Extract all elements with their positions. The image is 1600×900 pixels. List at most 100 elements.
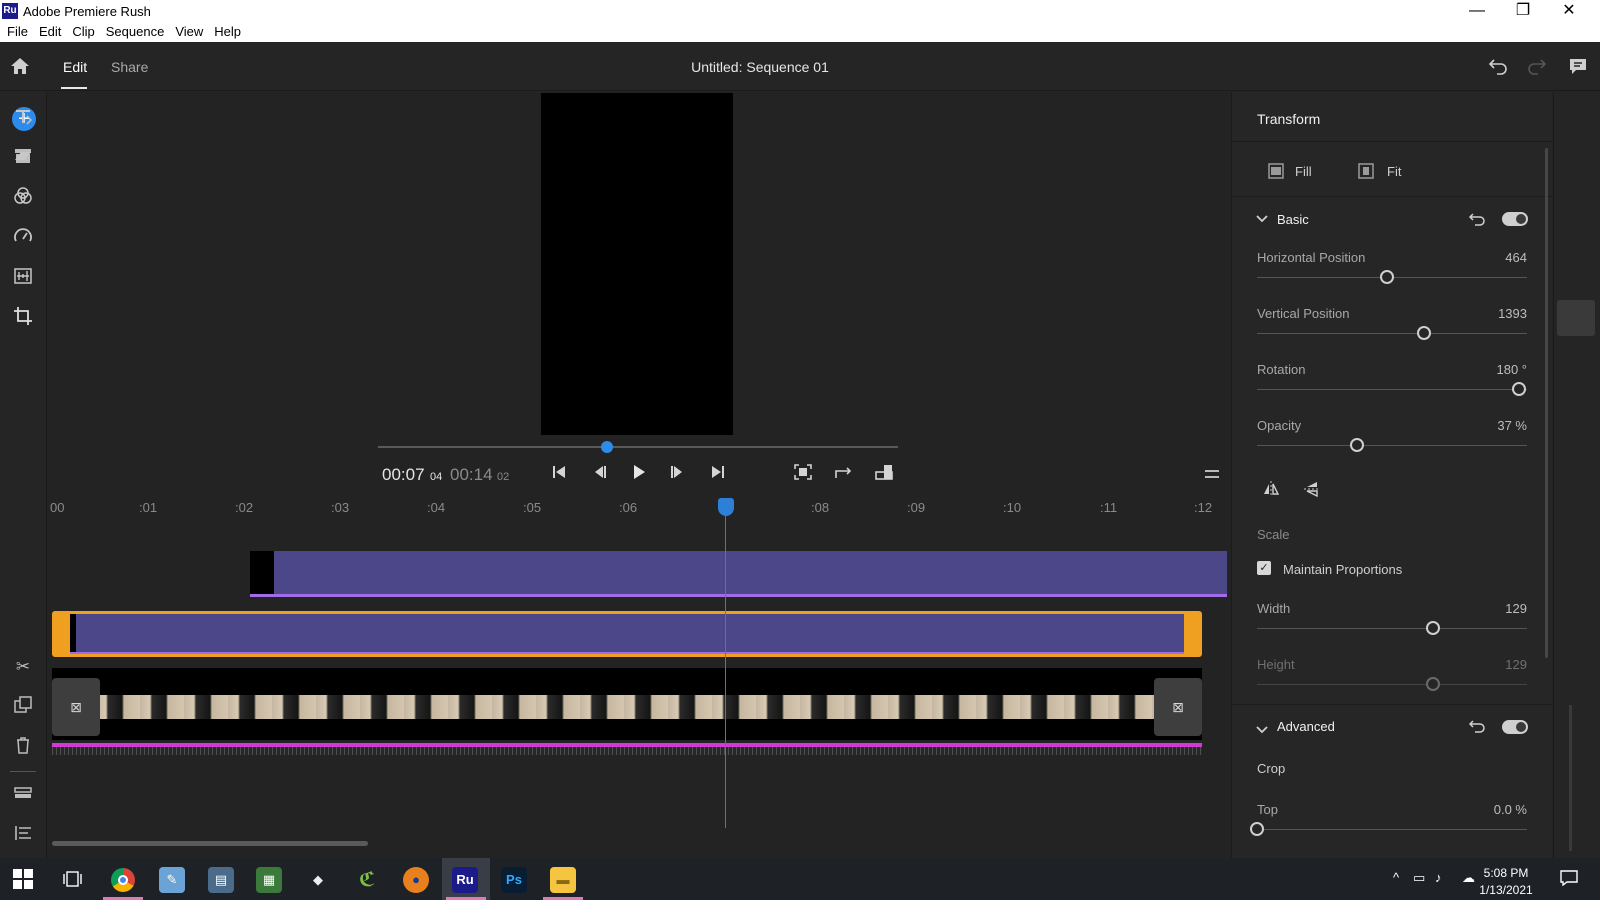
- vertical-position-value[interactable]: 1393: [1447, 306, 1527, 321]
- window-titlebar: Ru Adobe Premiere Rush — ❐ ✕: [0, 0, 1600, 22]
- advanced-section-title[interactable]: Advanced: [1277, 719, 1335, 734]
- horizontal-position-value[interactable]: 464: [1447, 250, 1527, 265]
- reset-icon[interactable]: [1468, 718, 1486, 739]
- crop-top-knob[interactable]: [1250, 822, 1264, 836]
- audio-waveform: [52, 747, 1202, 755]
- maintain-proportions-checkbox[interactable]: ✓: [1257, 561, 1271, 575]
- ruler-tick: :08: [811, 500, 830, 515]
- scrub-bar[interactable]: [378, 446, 898, 448]
- crop-top-value[interactable]: 0.0 %: [1447, 802, 1527, 817]
- fill-icon[interactable]: [1268, 163, 1284, 184]
- timeline-scrollbar[interactable]: [52, 841, 368, 846]
- clip-end-handle[interactable]: ⊠: [1154, 678, 1202, 736]
- width-value[interactable]: 129: [1447, 601, 1527, 616]
- undo-icon[interactable]: [1488, 57, 1508, 80]
- delete-icon[interactable]: [12, 736, 34, 758]
- vertical-position-slider[interactable]: [1257, 333, 1527, 334]
- flip-vertical-icon[interactable]: [1303, 480, 1321, 503]
- comment-icon[interactable]: [1568, 57, 1588, 80]
- photoshop-icon[interactable]: Ps: [501, 867, 527, 893]
- start-icon[interactable]: [13, 869, 33, 894]
- opacity-slider[interactable]: [1257, 445, 1527, 446]
- rail-scrollbar[interactable]: [1569, 705, 1572, 851]
- file-explorer-icon[interactable]: ▬: [550, 867, 576, 893]
- chevron-down-icon[interactable]: [1256, 214, 1268, 227]
- taskbar-clock[interactable]: 5:08 PM 1/13/2021: [1466, 865, 1546, 899]
- clip-start-handle[interactable]: ⊠: [52, 678, 100, 736]
- menu-view[interactable]: View: [175, 22, 203, 42]
- fit-button[interactable]: Fit: [1387, 164, 1401, 179]
- split-icon[interactable]: ✂: [12, 656, 34, 678]
- step-forward-icon[interactable]: [667, 464, 689, 486]
- rotation-slider[interactable]: [1257, 389, 1527, 390]
- aspect-ratio-icon[interactable]: [873, 464, 895, 486]
- paint-icon[interactable]: ✎: [159, 867, 185, 893]
- chevron-up-icon[interactable]: ^: [1393, 870, 1399, 885]
- rotation-knob[interactable]: [1511, 382, 1526, 396]
- loop-icon[interactable]: [833, 464, 855, 486]
- selected-clip[interactable]: [52, 611, 1202, 657]
- notifications-icon[interactable]: [1560, 870, 1578, 889]
- volume-icon[interactable]: ♪: [1435, 870, 1442, 885]
- program-monitor[interactable]: [541, 93, 733, 435]
- chevron-down-icon[interactable]: [1256, 722, 1268, 740]
- width-knob[interactable]: [1425, 621, 1440, 635]
- premiere-rush-icon[interactable]: Ru: [452, 867, 478, 893]
- close-button[interactable]: ✕: [1546, 0, 1592, 22]
- speed-icon[interactable]: [11, 226, 35, 250]
- rotation-value[interactable]: 180 °: [1447, 362, 1527, 377]
- panel-title: Transform: [1257, 111, 1321, 127]
- scrub-handle[interactable]: [601, 441, 613, 453]
- basic-section-title[interactable]: Basic: [1277, 212, 1309, 227]
- redo-icon[interactable]: [1527, 57, 1547, 80]
- sequence-title[interactable]: Untitled: Sequence 01: [0, 59, 1520, 75]
- titles-icon[interactable]: [11, 106, 35, 130]
- transform-icon[interactable]: [11, 306, 35, 330]
- minimize-button[interactable]: —: [1454, 0, 1500, 22]
- timeline-options-icon[interactable]: [12, 825, 34, 847]
- menu-edit[interactable]: Edit: [39, 22, 61, 42]
- horizontal-position-knob[interactable]: [1379, 270, 1394, 284]
- vertical-position-label: Vertical Position: [1257, 306, 1350, 321]
- menu-sequence[interactable]: Sequence: [106, 22, 165, 42]
- skip-to-end-icon[interactable]: [707, 464, 729, 486]
- play-icon[interactable]: [628, 464, 650, 486]
- transitions-icon[interactable]: [11, 146, 35, 170]
- horizontal-position-label: Horizontal Position: [1257, 250, 1366, 265]
- maximize-button[interactable]: ❐: [1500, 0, 1546, 22]
- overlay-clip[interactable]: [250, 551, 1227, 597]
- advanced-toggle[interactable]: [1502, 720, 1528, 734]
- timeline-menu-icon[interactable]: [1204, 467, 1220, 485]
- video-track[interactable]: ⊠ ⊠: [52, 668, 1202, 740]
- task-view-icon[interactable]: [62, 869, 82, 894]
- ruler-tick: :06: [619, 500, 638, 515]
- menu-file[interactable]: File: [7, 22, 28, 42]
- width-slider[interactable]: [1257, 628, 1527, 629]
- reset-icon[interactable]: [1468, 211, 1486, 232]
- panel-scrollbar[interactable]: [1545, 148, 1548, 658]
- track-controls-icon[interactable]: [12, 784, 34, 806]
- color-icon[interactable]: [11, 186, 35, 210]
- basic-toggle[interactable]: [1502, 212, 1528, 226]
- fullscreen-icon[interactable]: [792, 464, 814, 486]
- skip-to-start-icon[interactable]: [548, 464, 570, 486]
- crop-top-slider[interactable]: [1257, 829, 1527, 830]
- fill-button[interactable]: Fill: [1295, 164, 1312, 179]
- calculator-icon[interactable]: ▦: [256, 867, 282, 893]
- network-icon[interactable]: ▭: [1413, 870, 1425, 886]
- file-app-icon[interactable]: ▤: [208, 867, 234, 893]
- audio-icon[interactable]: [11, 266, 35, 290]
- opacity-value[interactable]: 37 %: [1447, 418, 1527, 433]
- menu-help[interactable]: Help: [214, 22, 241, 42]
- app-orange-icon[interactable]: ●: [403, 867, 429, 893]
- playhead-handle[interactable]: [718, 498, 734, 516]
- step-back-icon[interactable]: [588, 464, 610, 486]
- inkscape-icon[interactable]: ◆: [305, 867, 331, 893]
- app-green-icon[interactable]: ℭ: [354, 867, 380, 893]
- duplicate-icon[interactable]: [12, 696, 34, 718]
- opacity-knob[interactable]: [1349, 438, 1364, 452]
- flip-horizontal-icon[interactable]: [1262, 480, 1280, 503]
- chrome-icon[interactable]: [111, 868, 135, 892]
- fit-icon[interactable]: [1358, 163, 1374, 184]
- menu-clip[interactable]: Clip: [72, 22, 94, 42]
